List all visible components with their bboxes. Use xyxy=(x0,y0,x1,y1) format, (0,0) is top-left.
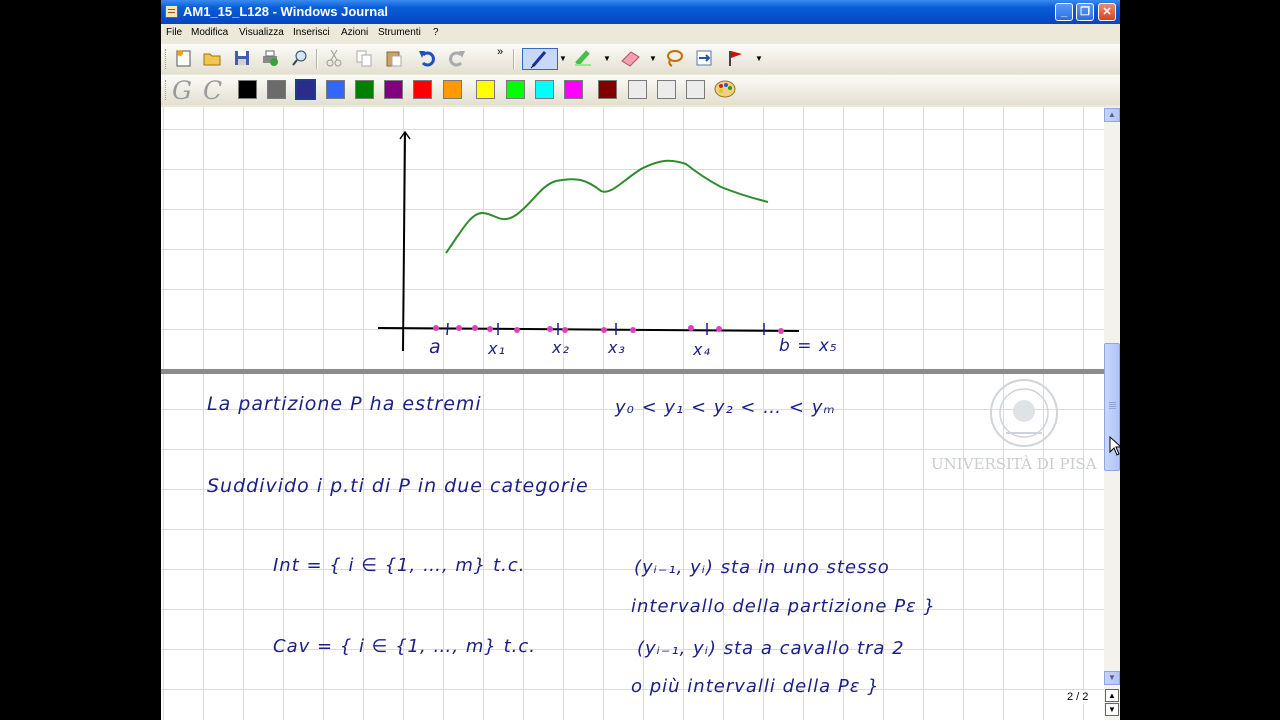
menu-modifica[interactable]: Modifica xyxy=(191,27,228,38)
maximize-button[interactable]: ❐ xyxy=(1076,3,1094,21)
minimize-button[interactable]: _ xyxy=(1055,3,1073,21)
previous-page-icon[interactable]: ▲ xyxy=(1105,689,1119,702)
paste-icon[interactable] xyxy=(383,48,405,70)
ink-int-definition: Int = { i ∈ {1, …, m} t.c. xyxy=(273,555,526,576)
toolbar-separator xyxy=(316,49,318,69)
close-button[interactable]: ✕ xyxy=(1098,3,1116,21)
label-x1: x₁ xyxy=(488,339,506,358)
y-axis xyxy=(402,132,406,352)
color-swatch-6[interactable] xyxy=(384,80,403,99)
menu-file[interactable]: File xyxy=(166,27,182,38)
color-swatch-10[interactable] xyxy=(506,80,525,99)
university-seal-icon xyxy=(990,379,1058,447)
label-x2: x₂ xyxy=(552,338,570,357)
label-a: a xyxy=(429,336,442,358)
scroll-up-button[interactable]: ▲ xyxy=(1104,108,1120,122)
journal-window: AM1_15_L128 - Windows Journal _ ❐ ✕ File… xyxy=(161,0,1120,720)
ink-cav-condition-cont: o più intervalli della Pε } xyxy=(631,676,880,697)
journal-app-icon[interactable] xyxy=(165,5,178,18)
menu-azioni[interactable]: Azioni xyxy=(341,27,368,38)
menu-strumenti[interactable]: Strumenti xyxy=(378,27,421,38)
eraser-icon[interactable] xyxy=(619,48,641,70)
title-bar[interactable]: AM1_15_L128 - Windows Journal _ ❐ ✕ xyxy=(161,0,1120,24)
vertical-scrollbar[interactable]: ▲ ▼ xyxy=(1104,107,1120,720)
pen-tool-icon[interactable] xyxy=(522,48,558,70)
note-page[interactable]: a x₁ x₂ x₃ x₄ b = x₅ La partizione P ha … xyxy=(161,107,1104,720)
cut-icon[interactable] xyxy=(323,48,345,70)
flag-dropdown-icon[interactable]: ▼ xyxy=(755,54,763,63)
ink-cav-condition: (yᵢ₋₁, yᵢ) sta a cavallo tra 2 xyxy=(637,638,905,659)
find-icon[interactable] xyxy=(289,48,311,70)
color-swatch-5[interactable] xyxy=(355,80,374,99)
green-curve xyxy=(445,159,769,254)
menu-inserisci[interactable]: Inserisci xyxy=(293,27,330,38)
menu-bar: File Modifica Visualizza Inserisci Azion… xyxy=(161,24,1120,43)
undo-icon[interactable] xyxy=(416,48,438,70)
color-swatch-2[interactable] xyxy=(267,80,286,99)
color-swatch-3[interactable] xyxy=(295,79,316,100)
color-swatch-16[interactable] xyxy=(686,80,705,99)
standard-toolbar: » ▼ ▼ ▼ ▼ xyxy=(161,44,1120,74)
color-swatch-14[interactable] xyxy=(628,80,647,99)
new-note-icon[interactable] xyxy=(173,48,195,70)
toolbar-overflow-icon[interactable]: » xyxy=(497,46,503,58)
toolbar-grip[interactable] xyxy=(165,49,169,69)
label-x4: x₄ xyxy=(693,340,711,359)
pen-style-g-icon[interactable]: G xyxy=(172,76,192,105)
university-name: UNIVERSITÀ DI PISA xyxy=(931,455,1097,473)
mouse-pointer-icon xyxy=(1109,436,1120,456)
color-swatch-11[interactable] xyxy=(535,80,554,99)
open-folder-icon[interactable] xyxy=(201,48,223,70)
ink-int-condition-cont: intervallo della partizione Pε } xyxy=(631,596,936,617)
save-icon[interactable] xyxy=(231,48,253,70)
ink-partition-text: La partizione P ha estremi xyxy=(207,393,482,415)
copy-icon[interactable] xyxy=(353,48,375,70)
university-logo: UNIVERSITÀ DI PISA xyxy=(931,377,1104,477)
ink-categories-text: Suddivido i p.ti di P in due categorie xyxy=(207,475,589,497)
pen-color-toolbar: G C xyxy=(161,75,1120,105)
flag-icon[interactable] xyxy=(724,48,746,70)
ink-partition-formula: y₀ < y₁ < y₂ < … < yₘ xyxy=(615,397,836,418)
color-swatch-12[interactable] xyxy=(564,80,583,99)
next-page-icon[interactable]: ▼ xyxy=(1105,703,1119,716)
window-title: AM1_15_L128 - Windows Journal xyxy=(183,4,389,19)
color-swatch-9[interactable] xyxy=(476,80,495,99)
scroll-down-button[interactable]: ▼ xyxy=(1104,671,1120,685)
page-indicator: 2 / 2 xyxy=(1065,691,1091,703)
label-b-x5: b = x₅ xyxy=(779,336,838,356)
print-icon[interactable] xyxy=(259,48,281,70)
pen-style-c-icon[interactable]: C xyxy=(203,76,222,105)
toolbar-separator xyxy=(513,49,515,69)
color-swatch-13[interactable] xyxy=(598,80,617,99)
highlighter-dropdown-icon[interactable]: ▼ xyxy=(603,54,611,63)
color-palette-icon[interactable] xyxy=(714,79,736,101)
color-swatch-15[interactable] xyxy=(657,80,676,99)
redo-icon[interactable] xyxy=(446,48,468,70)
pen-dropdown-icon[interactable]: ▼ xyxy=(559,54,567,63)
lasso-select-icon[interactable] xyxy=(663,48,685,70)
insert-space-icon[interactable] xyxy=(693,48,715,70)
color-swatch-8[interactable] xyxy=(443,80,462,99)
color-swatch-1[interactable] xyxy=(238,80,257,99)
toolbar-grip[interactable] xyxy=(165,80,169,100)
ink-int-condition: (yᵢ₋₁, yᵢ) sta in uno stesso xyxy=(634,557,890,578)
menu-help[interactable]: ? xyxy=(433,27,439,38)
menu-visualizza[interactable]: Visualizza xyxy=(239,27,284,38)
color-swatch-4[interactable] xyxy=(326,80,345,99)
color-swatch-7[interactable] xyxy=(413,80,432,99)
eraser-dropdown-icon[interactable]: ▼ xyxy=(649,54,657,63)
ink-cav-definition: Cav = { i ∈ {1, …, m} t.c. xyxy=(273,636,536,657)
x-axis xyxy=(377,327,800,332)
highlighter-icon[interactable] xyxy=(572,48,594,70)
label-x3: x₃ xyxy=(608,338,626,357)
page-break xyxy=(161,369,1104,374)
